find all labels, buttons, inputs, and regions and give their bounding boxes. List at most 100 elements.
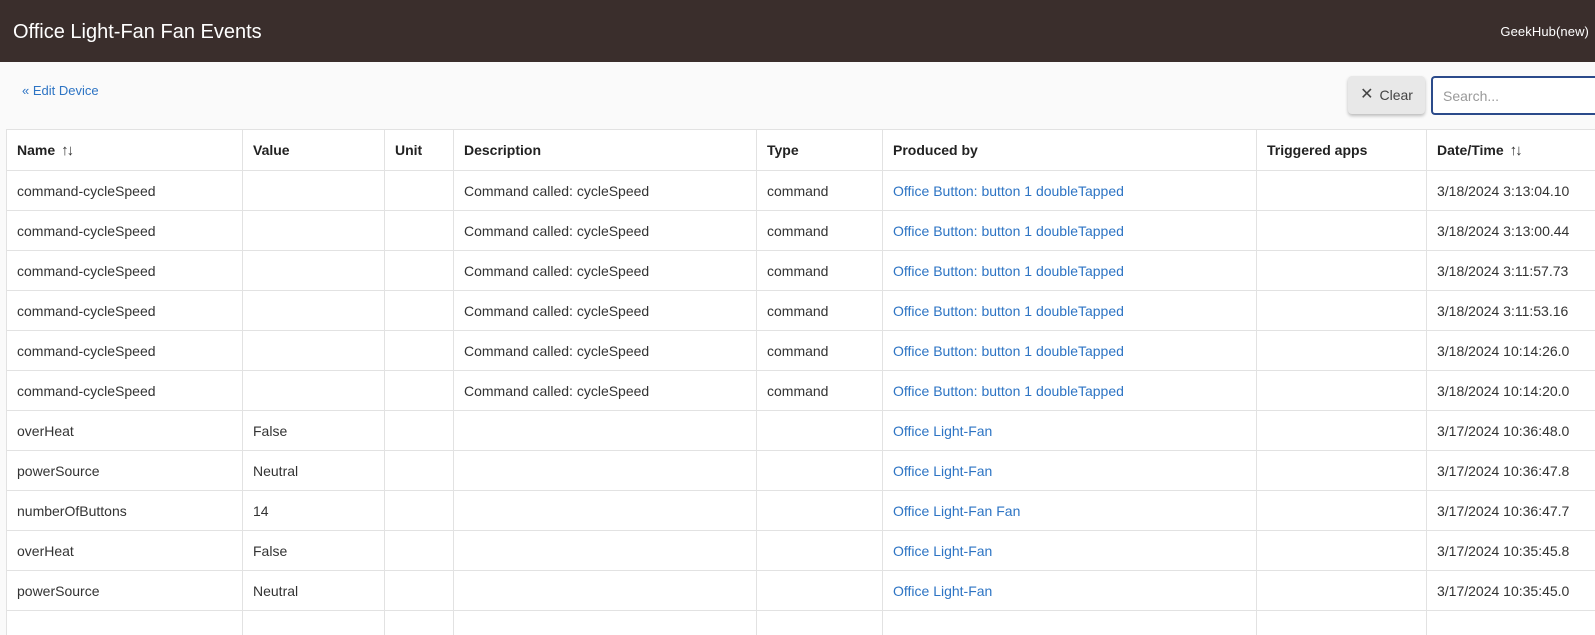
cell-triggered-apps [1256, 170, 1427, 211]
cell-unit [384, 330, 454, 371]
cell-unit [384, 570, 454, 611]
cell-value [242, 330, 385, 371]
cell-datetime: 3/18/2024 3:11:53.16 [1426, 290, 1595, 331]
table-row: command-cycleSpeed Command called: cycleS… [6, 370, 1595, 411]
cell-triggered-apps [1256, 610, 1427, 635]
edit-device-link[interactable]: « Edit Device [22, 83, 99, 98]
cell-name: powerSource [6, 450, 243, 491]
top-bar: Office Light-Fan Fan Events GeekHub(new) [0, 0, 1595, 62]
cell-value [242, 290, 385, 331]
cell-datetime: 3/18/2024 3:11:57.73 [1426, 250, 1595, 291]
cell-produced-by[interactable]: Office Light-Fan [882, 450, 1257, 491]
column-header-label: Value [253, 142, 290, 158]
cell-value [242, 370, 385, 411]
cell-unit [384, 210, 454, 251]
sort-icon[interactable]: ↑↓ [1510, 142, 1523, 159]
cell-triggered-apps [1256, 330, 1427, 371]
column-header-description: Description [453, 129, 757, 171]
cell-name: command-cycleSpeed [6, 370, 243, 411]
table-row: overHeat False Office Light-Fan 3/17/2024 1… [6, 530, 1595, 571]
cell-name: command-cycleSpeed [6, 210, 243, 251]
cell-description [453, 490, 757, 531]
cell-produced-by[interactable]: Office Button: button 1 doubleTapped [882, 370, 1257, 411]
sort-icon[interactable]: ↑↓ [61, 142, 74, 159]
cell-type: command [756, 250, 883, 291]
column-header-label: Triggered apps [1267, 142, 1368, 158]
table-row: numberOfButtons 14 Office Light-Fan Fan 3/1… [6, 490, 1595, 531]
cell-type: command [756, 330, 883, 371]
column-header-name[interactable]: Name ↑↓ [6, 129, 243, 171]
column-header-label: Description [464, 142, 542, 158]
cell-datetime: 3/18/2024 3:13:00.44 [1426, 210, 1595, 251]
cell-description: Command called: cycleSpeed [453, 290, 757, 331]
cell-produced-by[interactable]: Office Button: button 1 doubleTapped [882, 210, 1257, 251]
clear-button[interactable]: ✕ Clear [1348, 76, 1425, 114]
search-box [1431, 76, 1595, 115]
cell-value [242, 170, 385, 211]
cell-unit [384, 250, 454, 291]
cell-unit [384, 450, 454, 491]
table-row: command-cycleSpeed Command called: cycleS… [6, 330, 1595, 371]
column-header-type: Type [756, 129, 883, 171]
table-body: command-cycleSpeed Command called: cycleS… [6, 170, 1595, 635]
column-header-label: Unit [395, 142, 423, 158]
table-row: powerSource Neutral Office Light-Fan 3/17/2… [6, 570, 1595, 611]
cell-name: command-cycleSpeed [6, 250, 243, 291]
cell-produced-by[interactable]: Office Button: button 1 doubleTapped [882, 250, 1257, 291]
table-row: command-cycleSpeed Command called: cycleS… [6, 290, 1595, 331]
column-header-value: Value [242, 129, 385, 171]
cell-type: command [756, 370, 883, 411]
search-input[interactable] [1433, 78, 1595, 113]
cell-datetime: 3/17/2024 10:36:47.7 [1426, 490, 1595, 531]
column-header-label: Name [17, 141, 56, 158]
hub-name[interactable]: GeekHub(new) [1500, 24, 1595, 40]
cell-produced-by[interactable]: Office Light-Fan [882, 570, 1257, 611]
table-row: overHeat False Office Light-Fan 3/17/2024 1… [6, 410, 1595, 451]
table-row [6, 610, 1595, 635]
cell-produced-by[interactable]: Office Button: button 1 doubleTapped [882, 170, 1257, 211]
column-header-date-time[interactable]: Date/Time ↑↓ [1426, 129, 1595, 171]
page-title: Office Light-Fan Fan Events [13, 21, 262, 43]
cell-datetime: 3/17/2024 10:36:47.8 [1426, 450, 1595, 491]
table-row: command-cycleSpeed Command called: cycleS… [6, 170, 1595, 211]
clear-button-label: Clear [1379, 87, 1413, 103]
column-header-label: Date/Time [1437, 141, 1504, 158]
column-header-unit: Unit [384, 129, 454, 171]
cell-value [242, 210, 385, 251]
cell-unit [384, 490, 454, 531]
cell-type [756, 530, 883, 571]
cell-produced-by[interactable]: Office Light-Fan [882, 530, 1257, 571]
cell-type [756, 570, 883, 611]
cell-unit [384, 610, 454, 635]
cell-name: powerSource [6, 570, 243, 611]
cell-produced-by[interactable]: Office Light-Fan [882, 410, 1257, 451]
cell-triggered-apps [1256, 530, 1427, 571]
cell-description: Command called: cycleSpeed [453, 330, 757, 371]
cell-produced-by[interactable]: Office Button: button 1 doubleTapped [882, 330, 1257, 371]
cell-name: command-cycleSpeed [6, 290, 243, 331]
cell-produced-by[interactable]: Office Button: button 1 doubleTapped [882, 290, 1257, 331]
cell-description: Command called: cycleSpeed [453, 250, 757, 291]
cell-unit [384, 170, 454, 211]
cell-triggered-apps [1256, 410, 1427, 451]
cell-value: False [242, 410, 385, 451]
cell-produced-by[interactable]: Office Light-Fan Fan [882, 490, 1257, 531]
cell-description: Command called: cycleSpeed [453, 170, 757, 211]
cell-triggered-apps [1256, 290, 1427, 331]
column-header-triggered-apps: Triggered apps [1256, 129, 1427, 171]
cell-type [756, 490, 883, 531]
events-table-container[interactable]: Name ↑↓ Value Unit Description Type Produced b… [6, 129, 1595, 635]
cell-description: Command called: cycleSpeed [453, 370, 757, 411]
cell-type: command [756, 210, 883, 251]
column-header-label: Type [767, 142, 799, 158]
cell-description [453, 450, 757, 491]
cell-type [756, 410, 883, 451]
table-header-row: Name ↑↓ Value Unit Description Type Produced b… [6, 129, 1595, 171]
close-icon: ✕ [1360, 86, 1374, 103]
cell-unit [384, 410, 454, 451]
cell-unit [384, 370, 454, 411]
cell-description [453, 570, 757, 611]
cell-description [453, 410, 757, 451]
cell-name: overHeat [6, 530, 243, 571]
cell-value: Neutral [242, 570, 385, 611]
